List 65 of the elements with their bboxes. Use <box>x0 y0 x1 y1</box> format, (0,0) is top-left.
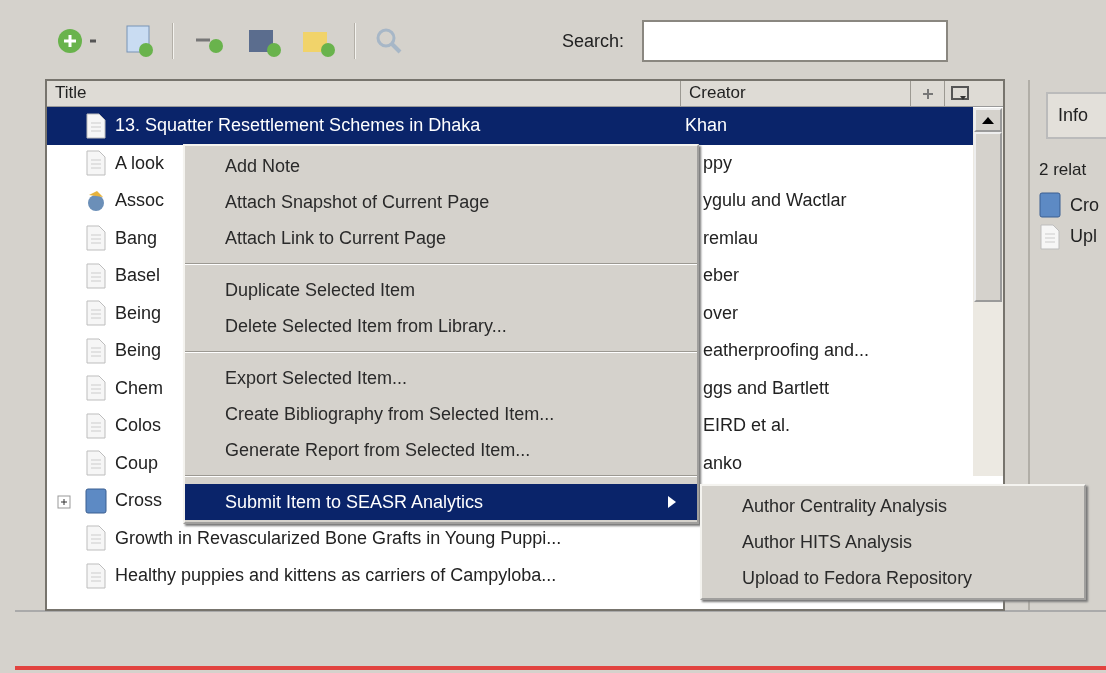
related-item[interactable]: Upl <box>1070 223 1097 250</box>
item-creator: eber <box>703 265 740 286</box>
item-creator: ggs and Bartlett <box>703 377 830 398</box>
item-title[interactable]: Being <box>115 337 162 365</box>
column-header[interactable]: Title <box>47 81 681 106</box>
search-label: Search: <box>562 29 625 53</box>
menu-item[interactable]: Author HITS Analysis <box>702 524 1084 560</box>
document-icon <box>85 375 107 402</box>
menu-item[interactable]: Generate Report from Selected Item... <box>185 432 697 468</box>
book-icon <box>85 487 107 514</box>
item-creator: ygulu and Wactlar <box>703 190 847 211</box>
item-creator: remlau <box>703 227 759 248</box>
item-title[interactable]: Assoc <box>115 187 165 215</box>
item-title[interactable]: Basel <box>115 262 161 290</box>
document-icon <box>85 450 107 477</box>
menu-item[interactable]: Submit Item to SEASR Analytics <box>185 484 697 520</box>
item-title[interactable]: Chem <box>115 374 163 402</box>
up-arrow-icon[interactable] <box>982 116 994 124</box>
document-icon <box>85 150 107 177</box>
related-item[interactable]: Cro <box>1070 191 1099 219</box>
info-tab[interactable]: Info <box>1046 92 1106 139</box>
column-picker-icon[interactable] <box>951 85 969 102</box>
menu-item[interactable]: Create Bibliography from Selected Item... <box>185 396 697 432</box>
item-creator: ppy <box>703 152 733 173</box>
item-title[interactable]: A look <box>115 149 165 177</box>
web-item-icon <box>85 188 107 213</box>
item-title[interactable]: Colos <box>115 412 162 440</box>
document-icon <box>85 525 107 552</box>
menu-item[interactable]: Author Centrality Analysis <box>702 488 1084 524</box>
menu-item[interactable]: Attach Snapshot of Current Page <box>185 184 697 220</box>
item-creator: eatherproofing and... <box>703 340 870 361</box>
item-title[interactable]: Bang <box>115 224 158 252</box>
menu-item[interactable]: Delete Selected Item from Library... <box>185 308 697 344</box>
item-title[interactable]: Being <box>115 299 162 327</box>
plus-icon[interactable] <box>921 87 934 100</box>
book-icon <box>1039 192 1061 218</box>
document-icon <box>85 412 107 439</box>
scrollbar[interactable] <box>973 108 1003 476</box>
column-header[interactable]: Creator <box>681 81 911 106</box>
item-title[interactable]: Growth in Revascularized Bone Grafts in Young Puppi... <box>115 524 562 552</box>
item-creator: EIRD et al. <box>703 415 791 436</box>
document-icon <box>85 225 107 252</box>
item-creator: anko <box>703 452 743 473</box>
item-title[interactable]: Cross <box>115 487 162 515</box>
document-icon <box>85 112 107 139</box>
item-title[interactable]: 13. Squatter Resettlement Schemes in Dhaka <box>115 112 481 140</box>
item-creator: over <box>703 302 738 323</box>
document-icon <box>85 300 107 327</box>
menu-item[interactable]: Attach Link to Current Page <box>185 220 697 256</box>
related-heading: 2 relat <box>1039 159 1088 181</box>
scroll-thumb[interactable] <box>974 132 1002 302</box>
menu-item[interactable]: Add Note <box>185 148 697 184</box>
item-creator: Khan <box>685 115 728 136</box>
document-icon <box>85 337 107 364</box>
item-title[interactable]: Healthy puppies and kittens as carriers of Campyloba... <box>115 562 557 590</box>
expand-icon[interactable] <box>57 494 71 509</box>
search-field[interactable] <box>642 20 949 62</box>
item-title[interactable]: Coup <box>115 449 159 477</box>
document-icon <box>1039 223 1061 250</box>
document-icon <box>85 562 107 589</box>
document-icon <box>85 262 107 289</box>
menu-item[interactable]: Export Selected Item... <box>185 360 697 396</box>
menu-item[interactable]: Upload to Fedora Repository <box>702 560 1084 596</box>
menu-item[interactable]: Duplicate Selected Item <box>185 272 697 308</box>
document-add-icon[interactable] <box>124 24 154 58</box>
